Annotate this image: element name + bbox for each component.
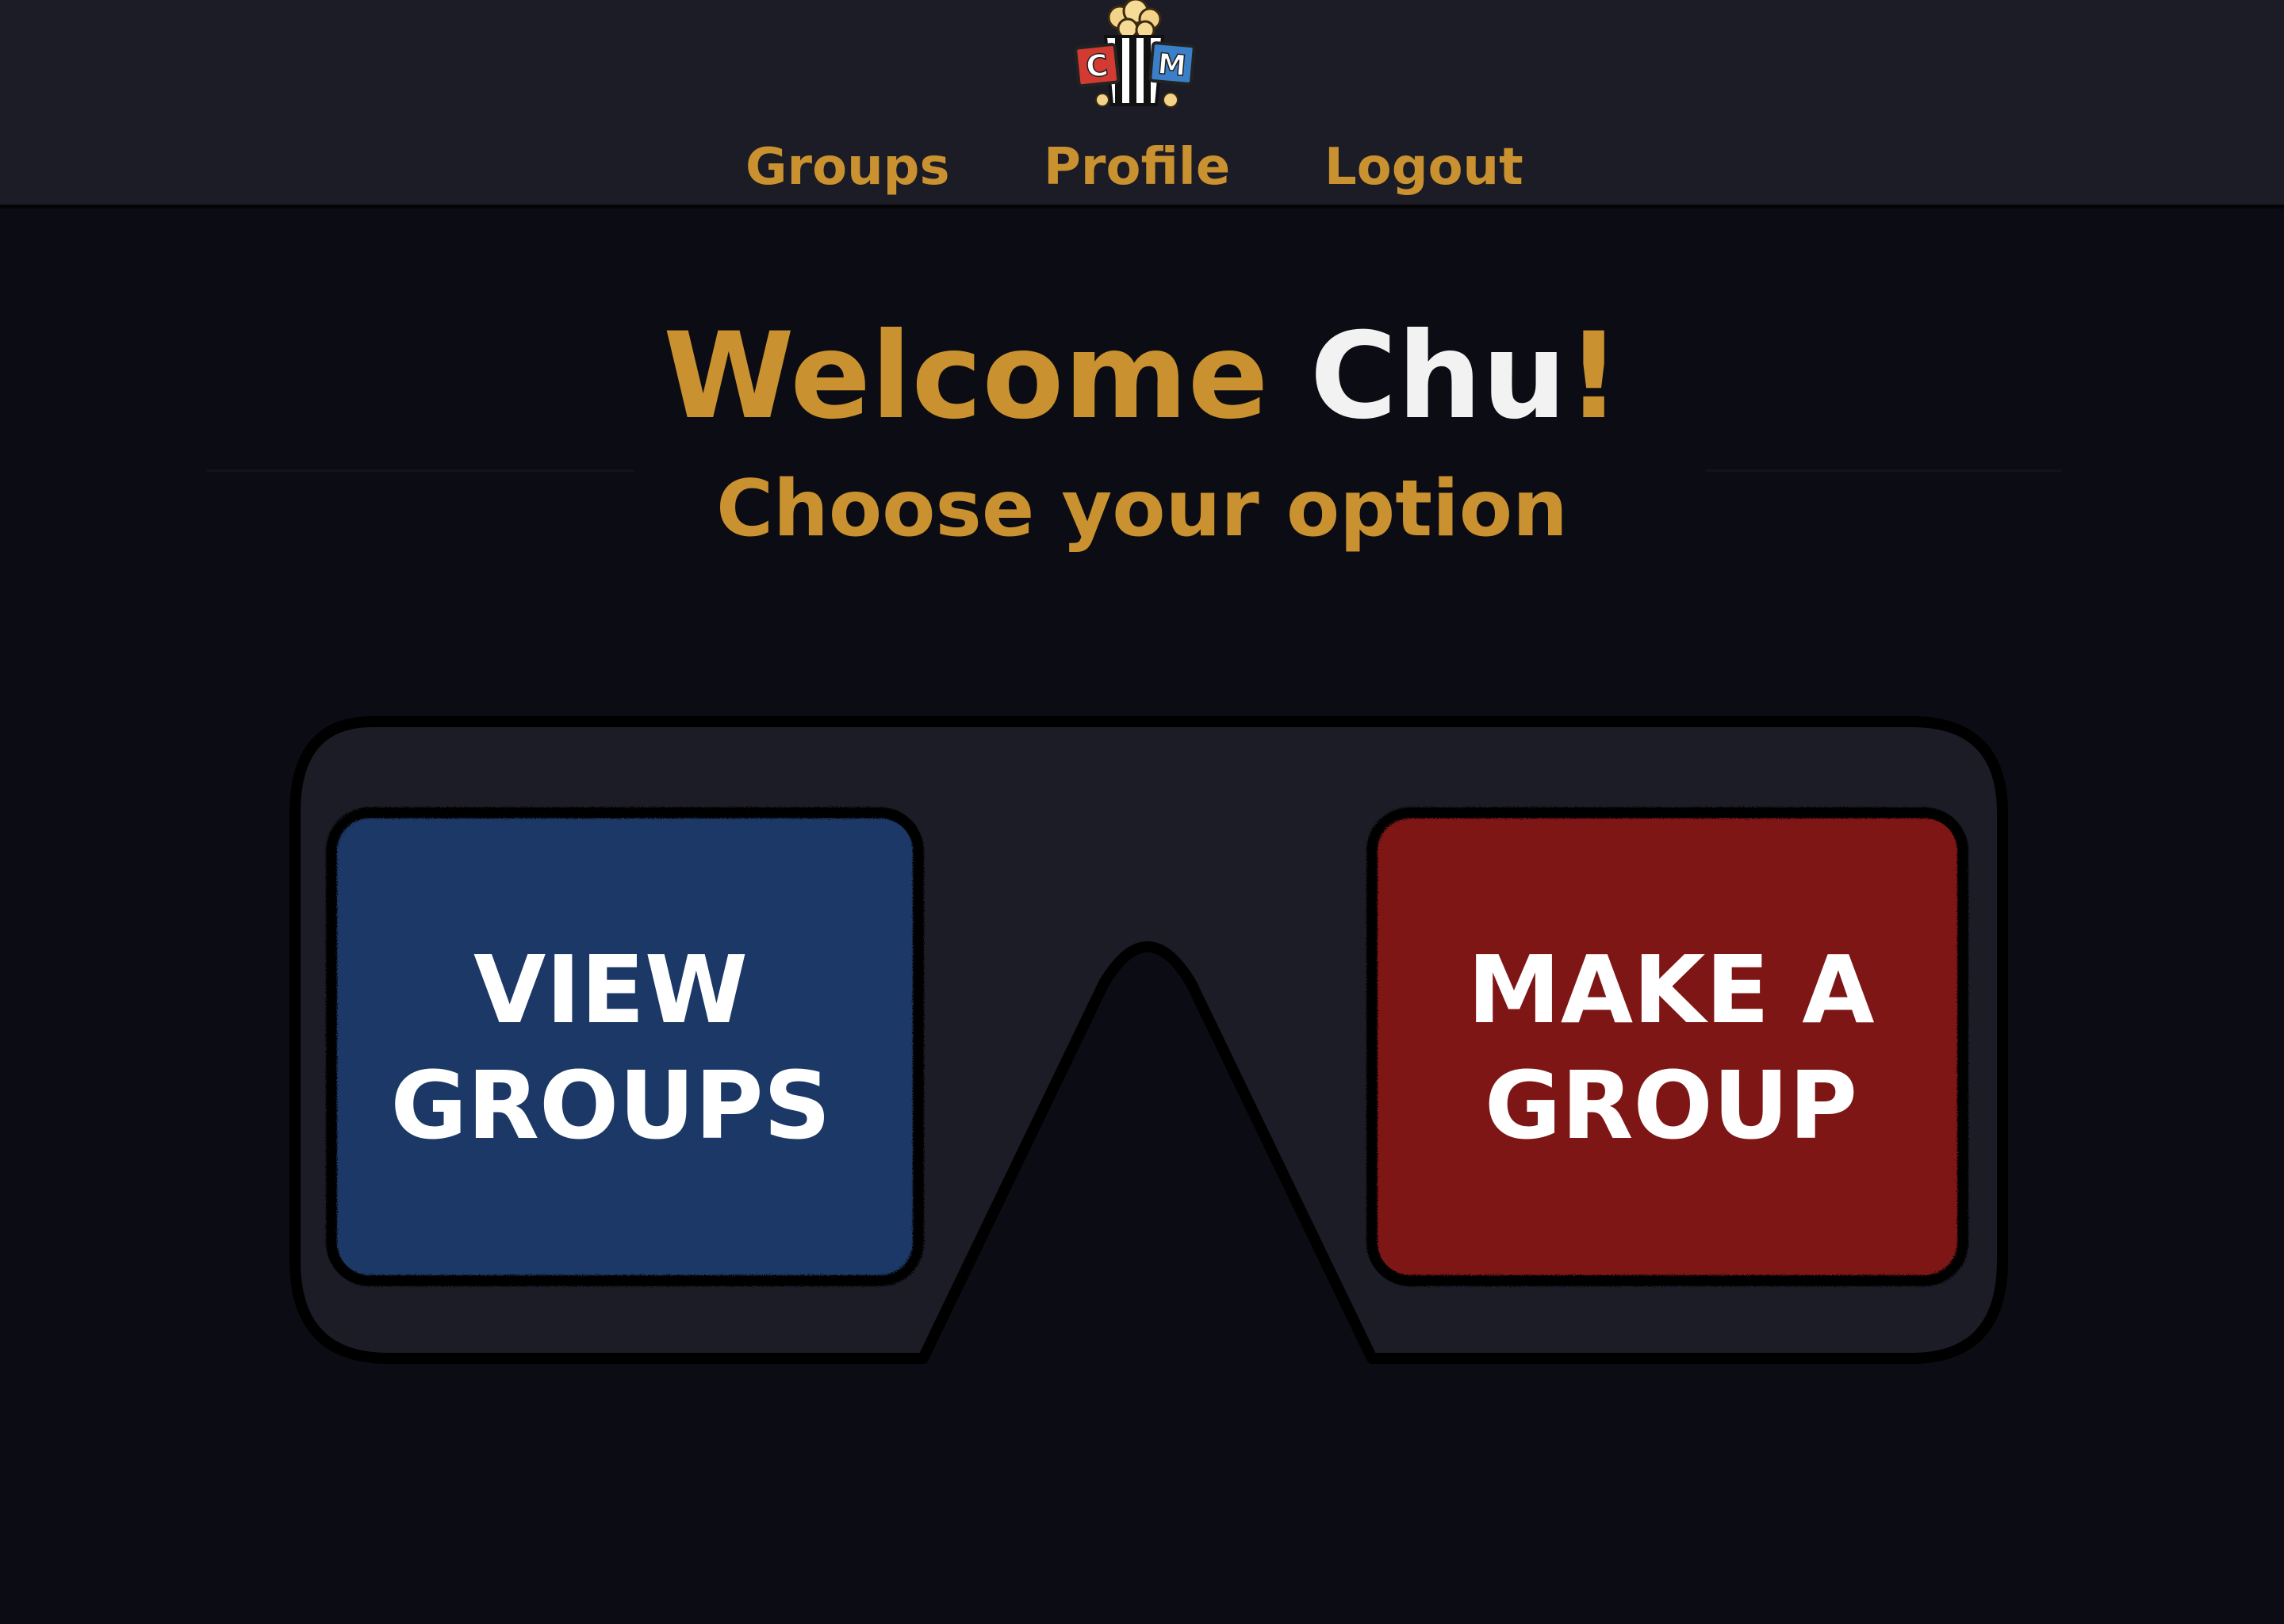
page: C M Groups Profile Logout Welcome Chu! C… bbox=[0, 0, 2284, 1624]
make-a-group-button[interactable] bbox=[1366, 807, 1968, 1286]
3d-glasses-menu bbox=[289, 716, 2008, 1364]
view-groups-button[interactable] bbox=[326, 807, 924, 1286]
red-lens bbox=[1366, 807, 1968, 1286]
blue-lens bbox=[326, 807, 924, 1286]
